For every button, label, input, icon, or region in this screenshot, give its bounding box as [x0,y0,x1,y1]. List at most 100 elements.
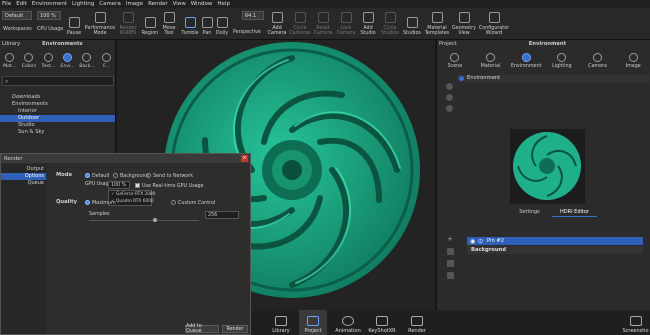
mode-default-radio[interactable]: Default [85,173,110,180]
environment-icon [521,53,531,62]
samples-slider-handle[interactable] [153,218,157,222]
dock-screenshot-button[interactable]: Screensho [621,310,650,335]
add-pin-icon[interactable]: + [447,236,454,243]
quality-maximum-radio[interactable]: Maximum [85,200,116,207]
tree-item-studio[interactable]: Studio [0,122,115,129]
tab-backplates[interactable]: Back... [77,49,96,73]
add-to-queue-button[interactable]: Add to Queue [185,324,219,334]
nav-queue[interactable]: Queue [1,180,46,187]
tree-item-outdoor[interactable]: Outdoor [0,115,115,122]
quality-custom-radio[interactable]: Custom Control [171,200,215,207]
background-list-item[interactable]: Background [467,246,643,254]
menu-environment[interactable]: Environment [32,1,67,7]
close-icon[interactable]: × [241,155,248,162]
pause-button[interactable]: Pause [64,8,84,40]
mode-label: Mode [56,172,72,178]
screenshot-icon [629,316,642,326]
cycle-studios-button[interactable]: Cycle Studios [379,8,401,40]
geometry-view-button[interactable]: Geometry View [452,8,476,40]
tree-item-environments[interactable]: Environments [0,101,115,108]
performance-mode-button[interactable]: Performance Mode [85,8,115,40]
render-nav: Output Options Queue [1,164,46,334]
pin-tool-icon[interactable] [447,260,454,267]
tab-hdri-editor[interactable]: HDRI Editor [552,208,597,217]
samples-field[interactable]: 256 [205,211,239,219]
dock-animation-button[interactable]: Animation [334,310,362,335]
wizard-icon [488,11,500,23]
material-templates-button[interactable]: Material Templates [423,8,451,40]
menu-help[interactable]: Help [217,1,230,7]
tab-material[interactable]: Material [473,49,509,73]
tab-camera[interactable]: Camera [580,49,616,73]
checkbox-icon [135,183,140,188]
cpu-usage-dropdown[interactable]: 100 % [37,11,61,20]
menu-view[interactable]: View [173,1,186,7]
workspace-dropdown[interactable]: Default [2,11,32,20]
library-search-input[interactable]: ⌕ [2,76,114,86]
tree-item-sun-sky[interactable]: Sun & Sky [0,129,115,136]
radio-off-icon [113,173,118,178]
gpu-usage-field[interactable]: 100 % [108,181,130,189]
pin-list-item[interactable]: ◉ ⊙ Pin #2 [467,237,643,245]
region-button[interactable]: Region [140,8,160,40]
pin-settings-icon[interactable] [447,272,454,279]
render-nurbs-button[interactable]: Render NURBS [116,8,140,40]
perspective-value[interactable]: 64.1 [242,11,264,20]
render-button[interactable]: Render [222,325,248,333]
tab-textures[interactable]: Text... [39,49,58,73]
tab-favorites[interactable]: F... [97,49,116,73]
material-templates-icon [431,11,443,23]
hdri-preview[interactable] [510,129,585,204]
pan-button[interactable]: Pan [201,8,213,40]
lock-icon [340,11,352,23]
project-panel: Project Environment Scene Material Envir… [436,40,650,335]
samples-slider-track[interactable] [89,220,199,221]
gpu-device-item[interactable]: ✓ GeForce RTX 2080 [109,191,156,198]
nav-output[interactable]: Output [1,166,46,173]
menu-render[interactable]: Render [148,1,168,7]
studios-button[interactable]: Studios [402,8,422,40]
eye-icon[interactable]: ◉ [470,238,475,246]
dock-project-button[interactable]: Project [299,310,327,335]
menu-window[interactable]: Window [191,1,213,7]
move-tool-button[interactable]: Move Tool [160,8,178,40]
delete-environment-icon[interactable] [446,105,453,112]
tree-item-downloads[interactable]: Downloads [0,94,115,101]
menu-lighting[interactable]: Lighting [72,1,94,7]
cycle-cameras-button[interactable]: Cycle Cameras [289,8,311,40]
tumble-button[interactable]: Tumble [179,8,201,40]
dock-render-button[interactable]: Render [403,310,431,335]
add-environment-icon[interactable] [446,83,453,90]
mode-background-radio[interactable]: Background [113,173,149,180]
tab-environments[interactable]: Envi... [58,49,77,73]
menu-image[interactable]: Image [126,1,143,7]
tree-item-interior[interactable]: Interior [0,108,115,115]
tab-colors[interactable]: Colors [19,49,38,73]
mode-network-radio[interactable]: Send to Network [146,173,193,180]
tab-scene[interactable]: Scene [437,49,473,73]
add-studio-button[interactable]: Add Studio [358,8,378,40]
pan-icon [201,17,213,29]
realtime-gpu-checkbox[interactable]: Use Real-time GPU Usage [135,183,204,190]
animation-icon [342,316,354,326]
menu-camera[interactable]: Camera [99,1,121,7]
tab-materials[interactable]: Mat... [0,49,19,73]
dolly-button[interactable]: Dolly [214,8,230,40]
nav-options[interactable]: Options [1,173,46,180]
add-camera-button[interactable]: Add Camera [266,8,288,40]
tab-lighting[interactable]: Lighting [544,49,580,73]
lock-camera-button[interactable]: Lock Camera [335,8,357,40]
environment-item[interactable]: Environment [457,75,649,82]
tab-environment[interactable]: Environment [508,49,544,73]
dock-library-button[interactable]: Library [267,310,295,335]
dock-keyshotxr-button[interactable]: KeyShotXR [368,310,396,335]
menu-edit[interactable]: Edit [16,1,27,7]
tab-image[interactable]: Image [615,49,650,73]
delete-pin-icon[interactable] [447,248,454,255]
menu-file[interactable]: File [2,1,11,7]
configurator-wizard-button[interactable]: Configurator Wizard [477,8,511,40]
duplicate-environment-icon[interactable] [446,94,453,101]
reset-camera-button[interactable]: Reset Camera [312,8,334,40]
environment-item-icon [459,76,464,81]
tab-settings[interactable]: Settings [507,208,552,217]
